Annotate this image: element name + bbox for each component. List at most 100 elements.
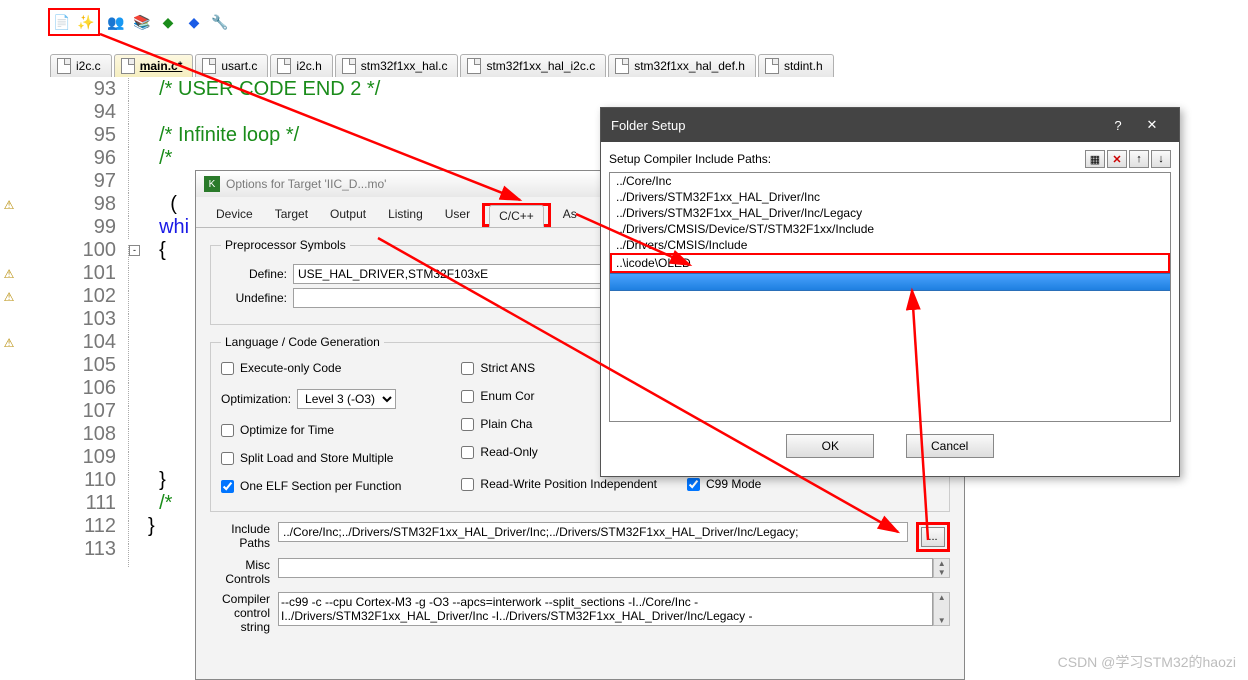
folder-setup-dialog: Folder Setup ? ✕ Setup Compiler Include … <box>600 107 1180 477</box>
compiler-string-label: Compiler control string <box>210 592 270 634</box>
tab-label: stm32f1xx_hal_i2c.c <box>486 59 595 73</box>
folder-setup-subtitle: Setup Compiler Include Paths: <box>609 152 771 166</box>
file-icon <box>615 58 629 74</box>
fold-column: - <box>128 78 142 567</box>
include-paths-input[interactable] <box>278 522 908 542</box>
enum-label: Enum Cor <box>480 389 534 403</box>
list-item[interactable]: ../Drivers/CMSIS/Device/ST/STM32F1xx/Inc… <box>610 221 1170 237</box>
file-icon <box>121 58 135 74</box>
one-elf-label: One ELF Section per Function <box>240 479 401 493</box>
tab-stm32f1xx-hal-i2c-c[interactable]: stm32f1xx_hal_i2c.c <box>460 54 606 77</box>
tab-main-c-[interactable]: main.c* <box>114 54 194 77</box>
cancel-button[interactable]: Cancel <box>906 434 994 458</box>
list-item[interactable]: ../Drivers/STM32F1xx_HAL_Driver/Inc <box>610 189 1170 205</box>
misc-controls-input[interactable] <box>278 558 933 578</box>
options-tab-device[interactable]: Device <box>206 203 263 227</box>
language-legend: Language / Code Generation <box>221 335 384 349</box>
tab-stm32f1xx-hal-def-h[interactable]: stm32f1xx_hal_def.h <box>608 54 756 77</box>
options-tab-target[interactable]: Target <box>265 203 318 227</box>
file-tabs: i2c.c main.c* usart.c i2c.h stm32f1xx_hal.c s… <box>50 54 834 77</box>
compiler-string-output: --c99 -c --cpu Cortex-M3 -g -O3 --apcs=i… <box>278 592 933 626</box>
include-browse-button[interactable]: ... <box>921 527 945 547</box>
readonly-label: Read-Only <box>480 445 537 459</box>
options-tab-as[interactable]: As <box>553 203 587 227</box>
tab-i2c-h[interactable]: i2c.h <box>270 54 332 77</box>
c99-label: C99 Mode <box>706 477 761 491</box>
tab-label: i2c.h <box>296 59 321 73</box>
optimization-select[interactable]: Level 3 (-O3) <box>297 389 396 409</box>
tab-stdint-h[interactable]: stdint.h <box>758 54 834 77</box>
one-elf-checkbox[interactable]: One ELF Section per Function <box>221 479 401 493</box>
options-title: Options for Target 'IIC_D...mo' <box>226 177 386 191</box>
file-icon <box>765 58 779 74</box>
books-icon[interactable]: 📚 <box>132 12 152 32</box>
options-tab-listing[interactable]: Listing <box>378 203 433 227</box>
readwrite-checkbox[interactable]: Read-Write Position Independent <box>461 477 657 491</box>
line-numbers: 9394959697989910010110210310410510610710… <box>18 78 126 561</box>
tab-stm32f1xx-hal-c[interactable]: stm32f1xx_hal.c <box>335 54 459 77</box>
tab-label: main.c* <box>140 59 183 73</box>
split-load-checkbox[interactable]: Split Load and Store Multiple <box>221 451 401 465</box>
delete-path-icon[interactable]: ✕ <box>1107 150 1127 168</box>
file-icon <box>202 58 216 74</box>
options-tab-user[interactable]: User <box>435 203 480 227</box>
tab-i2c-c[interactable]: i2c.c <box>50 54 112 77</box>
main-toolbar: 📄 ✨ 👥 📚 ◆ ◆ 🔧 <box>48 8 230 36</box>
plain-char-label: Plain Cha <box>480 417 532 431</box>
list-item[interactable]: ../Drivers/CMSIS/Include <box>610 237 1170 253</box>
tab-label: stm32f1xx_hal_def.h <box>634 59 745 73</box>
line-markers: ⚠⚠⚠⚠ <box>0 78 18 561</box>
list-item[interactable]: ../Drivers/STM32F1xx_HAL_Driver/Inc/Lega… <box>610 205 1170 221</box>
move-down-icon[interactable]: ↓ <box>1151 150 1171 168</box>
file-icon <box>277 58 291 74</box>
options-tab-output[interactable]: Output <box>320 203 376 227</box>
watermark: CSDN @学习STM32的haozi <box>1058 652 1236 672</box>
optimize-time-checkbox[interactable]: Optimize for Time <box>221 423 401 437</box>
tab-label: i2c.c <box>76 59 101 73</box>
move-up-icon[interactable]: ↑ <box>1129 150 1149 168</box>
execute-only-checkbox[interactable]: Execute-only Code <box>221 361 401 375</box>
manage-icon[interactable]: 👥 <box>106 12 126 32</box>
edit-path-row[interactable] <box>610 253 1170 273</box>
selected-row[interactable] <box>610 273 1170 291</box>
undefine-label: Undefine: <box>221 291 287 305</box>
ok-button[interactable]: OK <box>786 434 874 458</box>
diamond-green-icon[interactable]: ◆ <box>158 12 178 32</box>
folder-setup-title: Folder Setup <box>611 118 685 133</box>
file-icon <box>467 58 481 74</box>
file-icon <box>57 58 71 74</box>
new-path-icon[interactable]: ▦ <box>1085 150 1105 168</box>
include-paths-list[interactable]: ../Core/Inc../Drivers/STM32F1xx_HAL_Driv… <box>609 172 1171 422</box>
tools-icon[interactable]: 🔧 <box>210 12 230 32</box>
keil-icon: K <box>204 176 220 192</box>
help-icon[interactable]: ? <box>1101 114 1135 136</box>
execute-only-label: Execute-only Code <box>240 361 341 375</box>
diamond-blue-icon[interactable]: ◆ <box>184 12 204 32</box>
scrollbar[interactable]: ▲▼ <box>933 592 950 626</box>
strict-ansi-label: Strict ANS <box>480 361 535 375</box>
define-label: Define: <box>221 267 287 281</box>
optimize-time-label: Optimize for Time <box>240 423 334 437</box>
wand-icon[interactable]: ✨ <box>76 12 96 32</box>
preprocessor-legend: Preprocessor Symbols <box>221 238 350 252</box>
include-paths-label: Include Paths <box>210 522 270 550</box>
options-tab-c-c--[interactable]: C/C++ <box>489 205 544 227</box>
c99-checkbox[interactable]: C99 Mode <box>687 477 761 491</box>
folder-setup-titlebar[interactable]: Folder Setup ? ✕ <box>601 108 1179 142</box>
optimization-label: Optimization: <box>221 392 291 406</box>
tab-usart-c[interactable]: usart.c <box>195 54 268 77</box>
include-browse-highlight: ... <box>916 522 950 552</box>
file-icon[interactable]: 📄 <box>52 12 72 32</box>
edit-path-input[interactable] <box>612 255 1168 271</box>
tab-label: stm32f1xx_hal.c <box>361 59 448 73</box>
scrollbar[interactable]: ▲▼ <box>933 558 950 578</box>
options-button-highlight: 📄 ✨ <box>48 8 100 36</box>
readwrite-label: Read-Write Position Independent <box>480 477 657 491</box>
close-icon[interactable]: ✕ <box>1135 114 1169 136</box>
tab-label: stdint.h <box>784 59 823 73</box>
split-load-label: Split Load and Store Multiple <box>240 451 393 465</box>
file-icon <box>342 58 356 74</box>
list-item[interactable]: ../Core/Inc <box>610 173 1170 189</box>
tab-label: usart.c <box>221 59 257 73</box>
misc-controls-label: Misc Controls <box>210 558 270 586</box>
